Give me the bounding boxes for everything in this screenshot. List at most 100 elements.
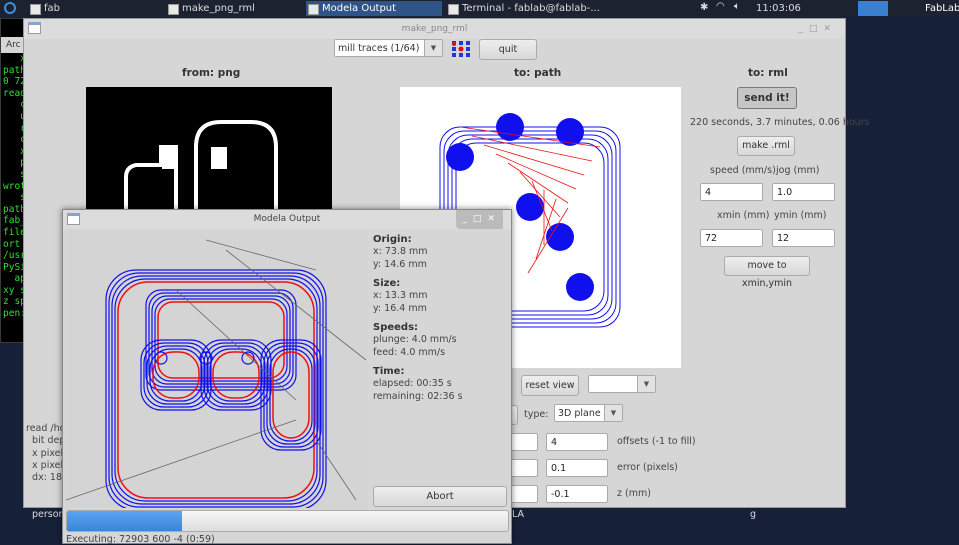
jog-input[interactable]: 1.0 [772, 183, 835, 201]
error-input[interactable]: 0.1 [546, 459, 608, 477]
size-x: x: 13.3 mm [373, 290, 428, 301]
grid-icon[interactable] [451, 40, 471, 58]
png-preview [86, 87, 332, 217]
terminal-line: c [3, 99, 24, 111]
toolpath-canvas [66, 230, 368, 508]
process-select[interactable]: mill traces (1/64) ▼ [334, 39, 443, 57]
terminal-line: r [3, 122, 24, 134]
window-controls[interactable]: _□✕ [456, 210, 503, 229]
terminal-line: ap [3, 273, 24, 285]
job-info: Origin: x: 73.8 mm y: 14.6 mm Size: x: 1… [373, 227, 463, 403]
move-to-xmin-ymin-button[interactable]: move to xmin,ymin [724, 256, 810, 289]
reset-view-button[interactable]: reset view [521, 375, 579, 396]
blob-path [566, 273, 594, 301]
terminal-line: c [3, 134, 24, 146]
wifi-icon[interactable]: ◠ [716, 1, 725, 12]
ymin-label: ymin (mm) [774, 210, 827, 221]
volume-icon[interactable]: 🔈︎ [734, 1, 740, 12]
speed-label: speed (mm/s) [710, 165, 776, 176]
size-heading: Size: [373, 278, 401, 289]
terminal-line: pen: [3, 308, 24, 320]
chevron-down-icon: ▼ [604, 405, 622, 421]
chevron-down-icon: ▼ [637, 376, 655, 392]
status-text: Executing: 72903 600 -4 (0:59) [66, 534, 215, 545]
quit-button[interactable]: quit [479, 39, 537, 60]
workspace-switcher[interactable] [858, 1, 888, 16]
modela-output-window: Modela Output _□✕ Origin: x: 73.8 mm y: … [62, 209, 512, 545]
taskbar: fab make_png_rml Modela Output Terminal … [0, 0, 959, 17]
blob-path [516, 193, 544, 221]
make-rml-button[interactable]: make .rml [737, 136, 795, 156]
blob-path [556, 118, 584, 146]
to-rml-label: to: rml [748, 67, 788, 79]
progress-fill [67, 511, 182, 531]
to-path-label: to: path [514, 67, 562, 79]
elapsed-time: elapsed: 00:35 s [373, 378, 452, 389]
terminal-line: PySi [3, 261, 24, 273]
user-name[interactable]: FabLab [925, 3, 959, 14]
terminal-line: path [3, 64, 24, 76]
blob-path [496, 113, 524, 141]
travel-move [66, 419, 297, 501]
window-icon [28, 22, 41, 34]
terminal-line: x [3, 53, 24, 64]
origin-y: y: 14.6 mm [373, 259, 427, 270]
speed-input[interactable]: 4 [700, 183, 763, 201]
terminal-tab[interactable]: Arc [1, 37, 23, 53]
terminal-line: read [3, 87, 24, 99]
send-it-button[interactable]: send it! [737, 87, 797, 109]
window-icon [67, 213, 80, 225]
terminal-line: xy s [3, 284, 24, 296]
terminal-line: path [3, 203, 24, 215]
terminal-line: x [3, 145, 24, 157]
feed-speed: feed: 4.0 mm/s [373, 347, 446, 358]
time-estimate: 220 seconds, 3.7 minutes, 0.06 hours [690, 117, 870, 128]
terminal-line: /usr [3, 250, 24, 262]
speeds-heading: Speeds: [373, 322, 419, 333]
origin-heading: Origin: [373, 234, 412, 245]
terminal-line: file [3, 226, 24, 238]
z-label: z (mm) [617, 488, 651, 499]
size-y: y: 16.4 mm [373, 303, 427, 314]
origin-x: x: 73.8 mm [373, 246, 428, 257]
via-path [154, 351, 168, 365]
main-titlebar[interactable]: make_png_rml _□✕ [24, 19, 845, 39]
offsets-input[interactable]: 4 [546, 433, 608, 451]
error-label: error (pixels) [617, 462, 678, 473]
app-menu-icon[interactable] [4, 2, 16, 14]
task-fab[interactable]: fab [28, 1, 148, 16]
toolpath-cut [152, 351, 200, 399]
terminal-line: p [3, 157, 24, 169]
toolpath-cut [212, 351, 260, 399]
time-heading: Time: [373, 366, 405, 377]
blob-path [446, 143, 474, 171]
window-title: make_png_rml [401, 24, 468, 34]
terminal-line: u [3, 110, 24, 122]
terminal-line: ort [3, 238, 24, 250]
bluetooth-icon[interactable]: ✱ [700, 2, 708, 13]
type-select[interactable]: 3D plane ▼ [554, 404, 623, 422]
view-select[interactable]: ▼ [588, 375, 656, 393]
task-modela-output[interactable]: Modela Output [306, 1, 442, 16]
plunge-speed: plunge: 4.0 mm/s [373, 334, 457, 345]
desktop-text: LA [512, 509, 525, 520]
task-terminal[interactable]: Terminal - fablab@fablab-... [446, 1, 616, 16]
task-make-png-rml[interactable]: make_png_rml [166, 1, 296, 16]
abort-button[interactable]: Abort [373, 486, 507, 507]
progress-bar [66, 510, 509, 532]
terminal-line: z sp [3, 296, 24, 308]
terminal-window[interactable]: Arc x path 0 72 read c u r c x p s wrot s pat… [0, 18, 24, 343]
clock[interactable]: 11:03:06 [756, 3, 801, 14]
chevron-down-icon: ▼ [424, 40, 442, 56]
jog-label: jog (mm) [776, 165, 820, 176]
travel-move [205, 239, 317, 271]
terminal-line: wrot [3, 180, 24, 192]
window-controls[interactable]: _□✕ [798, 19, 837, 39]
desktop-text: g [750, 509, 757, 520]
xmin-input[interactable]: 72 [700, 229, 763, 247]
z-input[interactable]: -0.1 [546, 485, 608, 503]
ymin-input[interactable]: 12 [772, 229, 835, 247]
type-label: type: [524, 409, 549, 420]
window-title: Modela Output [253, 214, 321, 224]
travel-move [315, 439, 357, 501]
